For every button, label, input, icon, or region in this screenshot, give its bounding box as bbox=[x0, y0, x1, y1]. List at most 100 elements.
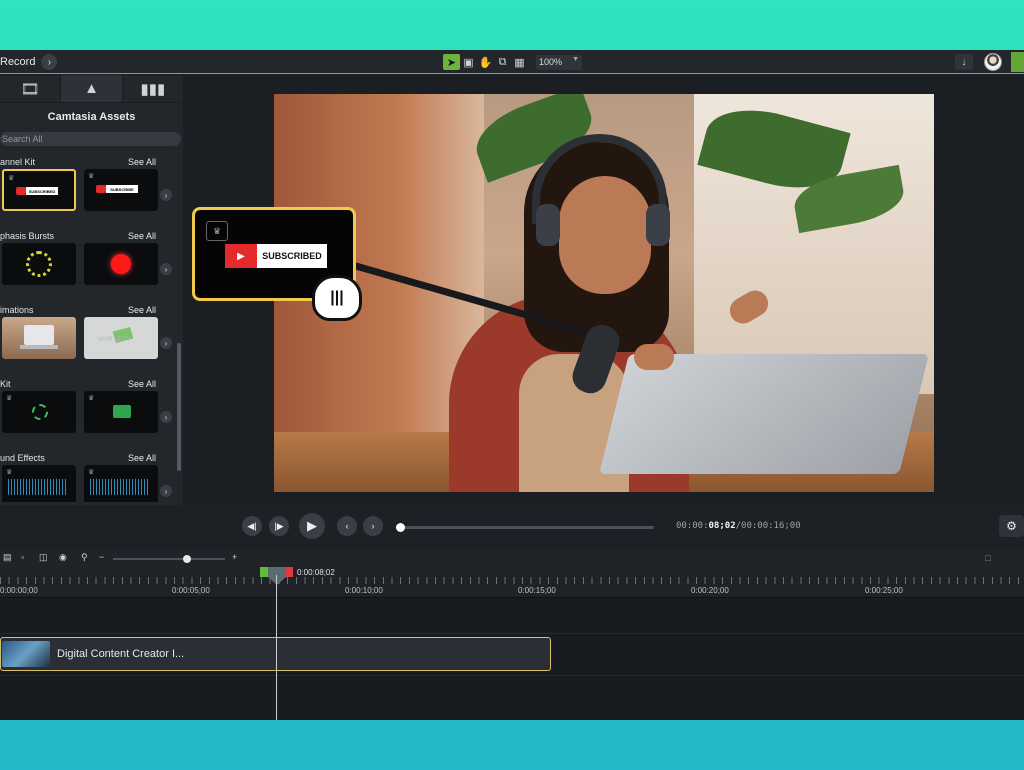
ruler-label: 0:00:20;00 bbox=[691, 586, 729, 595]
paste-icon[interactable]: ▫ bbox=[21, 552, 24, 562]
burst-ring-icon bbox=[26, 251, 52, 277]
waveform-icon bbox=[8, 479, 68, 495]
asset-section: phasis Bursts See All › bbox=[0, 226, 176, 300]
asset-sections: annel Kit See All ♛ SUBSCRIBED ♛ SUBSCRI… bbox=[0, 152, 176, 502]
chevron-right-icon[interactable]: › bbox=[160, 337, 172, 349]
top-toolbar: Record › ➤ ▣ ✋ ⧉ ▦ 100% ▼ ↓ bbox=[0, 50, 1024, 74]
crown-icon: ♛ bbox=[8, 175, 15, 182]
playhead-line bbox=[276, 575, 277, 720]
camera-icon[interactable]: ◉ bbox=[59, 552, 67, 563]
see-all-link[interactable]: See All bbox=[128, 231, 156, 243]
subscribe-mini-text: SUBSCRIBE bbox=[106, 185, 138, 193]
asset-thumbnail[interactable]: ♛ bbox=[84, 465, 158, 502]
section-title: und Effects bbox=[0, 453, 45, 463]
crown-icon: ♛ bbox=[88, 395, 95, 402]
asset-thumbnail[interactable]: ♛ bbox=[2, 465, 76, 502]
zoom-select[interactable]: 100% ▼ bbox=[536, 54, 582, 70]
timecode: 00:00:08;02/00:00:16;00 bbox=[676, 521, 801, 531]
previous-marker-button[interactable]: ‹ bbox=[337, 516, 357, 536]
out-point-marker[interactable] bbox=[286, 567, 293, 577]
next-marker-button[interactable]: › bbox=[363, 516, 383, 536]
panel-scrollbar[interactable] bbox=[177, 343, 181, 471]
select-tool-icon[interactable]: ➤ bbox=[443, 54, 460, 70]
undo-icon[interactable]: ▤ bbox=[3, 552, 12, 563]
asset-thumbnail[interactable]: ♛ bbox=[84, 391, 158, 433]
chevron-right-icon: › bbox=[371, 521, 375, 531]
chevron-right-icon[interactable]: › bbox=[160, 485, 172, 497]
timeline-tracks: Digital Content Creator I... bbox=[0, 598, 1024, 720]
assets-panel: 🎞 ▲ ▮▮▮ Camtasia Assets Search All annel… bbox=[0, 75, 183, 505]
media-bin-tab[interactable]: 🎞 bbox=[0, 75, 60, 102]
library-tab[interactable]: ▮▮▮ bbox=[123, 75, 183, 102]
media-bin-icon: 🎞 bbox=[20, 80, 40, 98]
in-point-marker[interactable] bbox=[260, 567, 268, 577]
play-button[interactable]: ▶ bbox=[299, 513, 325, 539]
record-button[interactable]: Record › bbox=[0, 53, 58, 71]
panel-tabs: 🎞 ▲ ▮▮▮ bbox=[0, 75, 183, 103]
play-icon: ▶ bbox=[307, 518, 317, 533]
step-forward-button[interactable]: |▶ bbox=[269, 516, 289, 536]
subscribe-mini-text: SUBSCRIBED bbox=[26, 187, 58, 195]
see-all-link[interactable]: See All bbox=[128, 453, 156, 465]
playhead-time: 0:00:08;02 bbox=[297, 568, 335, 577]
zoom-slider-handle[interactable] bbox=[183, 555, 191, 563]
red-burst-icon bbox=[111, 254, 131, 274]
see-all-link[interactable]: See All bbox=[128, 379, 156, 391]
mail-icon bbox=[113, 405, 131, 418]
section-title: Kit bbox=[0, 379, 11, 389]
timeline-zoom-slider[interactable] bbox=[113, 555, 225, 563]
assets-tab[interactable]: ▲ bbox=[60, 75, 123, 102]
properties-button[interactable]: ⚙ bbox=[999, 515, 1024, 537]
grey-thumb-text: VOIR LE TY bbox=[98, 337, 131, 343]
see-all-link[interactable]: See All bbox=[128, 157, 156, 169]
transform-tool-icon[interactable]: ▣ bbox=[460, 54, 477, 70]
fit-tool-icon[interactable]: ▦ bbox=[511, 54, 528, 70]
subscribe-card-text: SUBSCRIBED bbox=[257, 244, 327, 268]
ruler-label: 0:00:00;00 bbox=[0, 586, 38, 595]
asset-thumbnail[interactable]: VOIR LE TY bbox=[84, 317, 158, 359]
asset-thumbnail[interactable] bbox=[84, 243, 158, 285]
step-back-icon: ◀| bbox=[247, 520, 257, 531]
asset-thumbnail[interactable]: ♛ SUBSCRIBED bbox=[2, 169, 76, 211]
step-back-button[interactable]: ◀| bbox=[242, 516, 262, 536]
chevron-left-icon: ‹ bbox=[345, 521, 349, 531]
export-button[interactable] bbox=[1011, 52, 1024, 72]
asset-thumbnail[interactable]: ♛ bbox=[2, 391, 76, 433]
detach-icon[interactable]: □ bbox=[985, 553, 990, 563]
section-title: imations bbox=[0, 305, 34, 315]
chevron-right-icon[interactable]: › bbox=[160, 411, 172, 423]
crop-tool-icon[interactable]: ⧉ bbox=[494, 54, 511, 70]
split-icon[interactable]: ◫ bbox=[39, 552, 48, 563]
asset-thumbnail[interactable]: ♛ SUBSCRIBE bbox=[84, 169, 158, 211]
download-button[interactable]: ↓ bbox=[955, 54, 973, 70]
asset-thumbnail[interactable] bbox=[2, 317, 76, 359]
youtube-logo-icon bbox=[96, 185, 106, 193]
ruler-label: 0:00:05;00 bbox=[172, 586, 210, 595]
timecode-total: /00:00:16;00 bbox=[735, 521, 801, 531]
zoom-out-icon[interactable]: − bbox=[99, 552, 104, 562]
youtube-play-icon: ▶ bbox=[225, 244, 257, 268]
camtasia-editor-window: Record › ➤ ▣ ✋ ⧉ ▦ 100% ▼ ↓ 🎞 ▲ ▮▮▮ Camt… bbox=[0, 50, 1024, 720]
crown-icon: ♛ bbox=[6, 395, 13, 402]
asset-section: und Effects See All ♛ ♛ › bbox=[0, 448, 176, 502]
video-preview[interactable] bbox=[274, 94, 934, 492]
scrub-bar[interactable] bbox=[396, 523, 654, 532]
gear-icon: ⚙ bbox=[1006, 519, 1017, 533]
zoom-in-icon[interactable]: + bbox=[232, 552, 237, 562]
pan-tool-icon[interactable]: ✋ bbox=[477, 54, 494, 70]
search-input[interactable]: Search All bbox=[0, 132, 181, 146]
avatar[interactable] bbox=[984, 53, 1002, 71]
asset-thumbnail[interactable] bbox=[2, 243, 76, 285]
search-placeholder: Search All bbox=[2, 134, 43, 144]
see-all-link[interactable]: See All bbox=[128, 305, 156, 317]
asset-section: imations See All VOIR LE TY › bbox=[0, 300, 176, 374]
ruler-label: 0:00:25;00 bbox=[865, 586, 903, 595]
crown-icon: ♛ bbox=[88, 173, 95, 180]
asset-section: annel Kit See All ♛ SUBSCRIBED ♛ SUBSCRI… bbox=[0, 152, 176, 226]
playhead-handle[interactable] bbox=[268, 577, 286, 585]
scrub-handle[interactable] bbox=[396, 523, 405, 532]
timeline-ruler[interactable]: 0:00:08;02 0:00:00;00 0:00:05;00 0:00:10… bbox=[0, 567, 1024, 598]
chevron-right-icon[interactable]: › bbox=[160, 189, 172, 201]
chevron-right-icon[interactable]: › bbox=[160, 263, 172, 275]
zoom-icon[interactable]: ⚲ bbox=[81, 552, 88, 563]
